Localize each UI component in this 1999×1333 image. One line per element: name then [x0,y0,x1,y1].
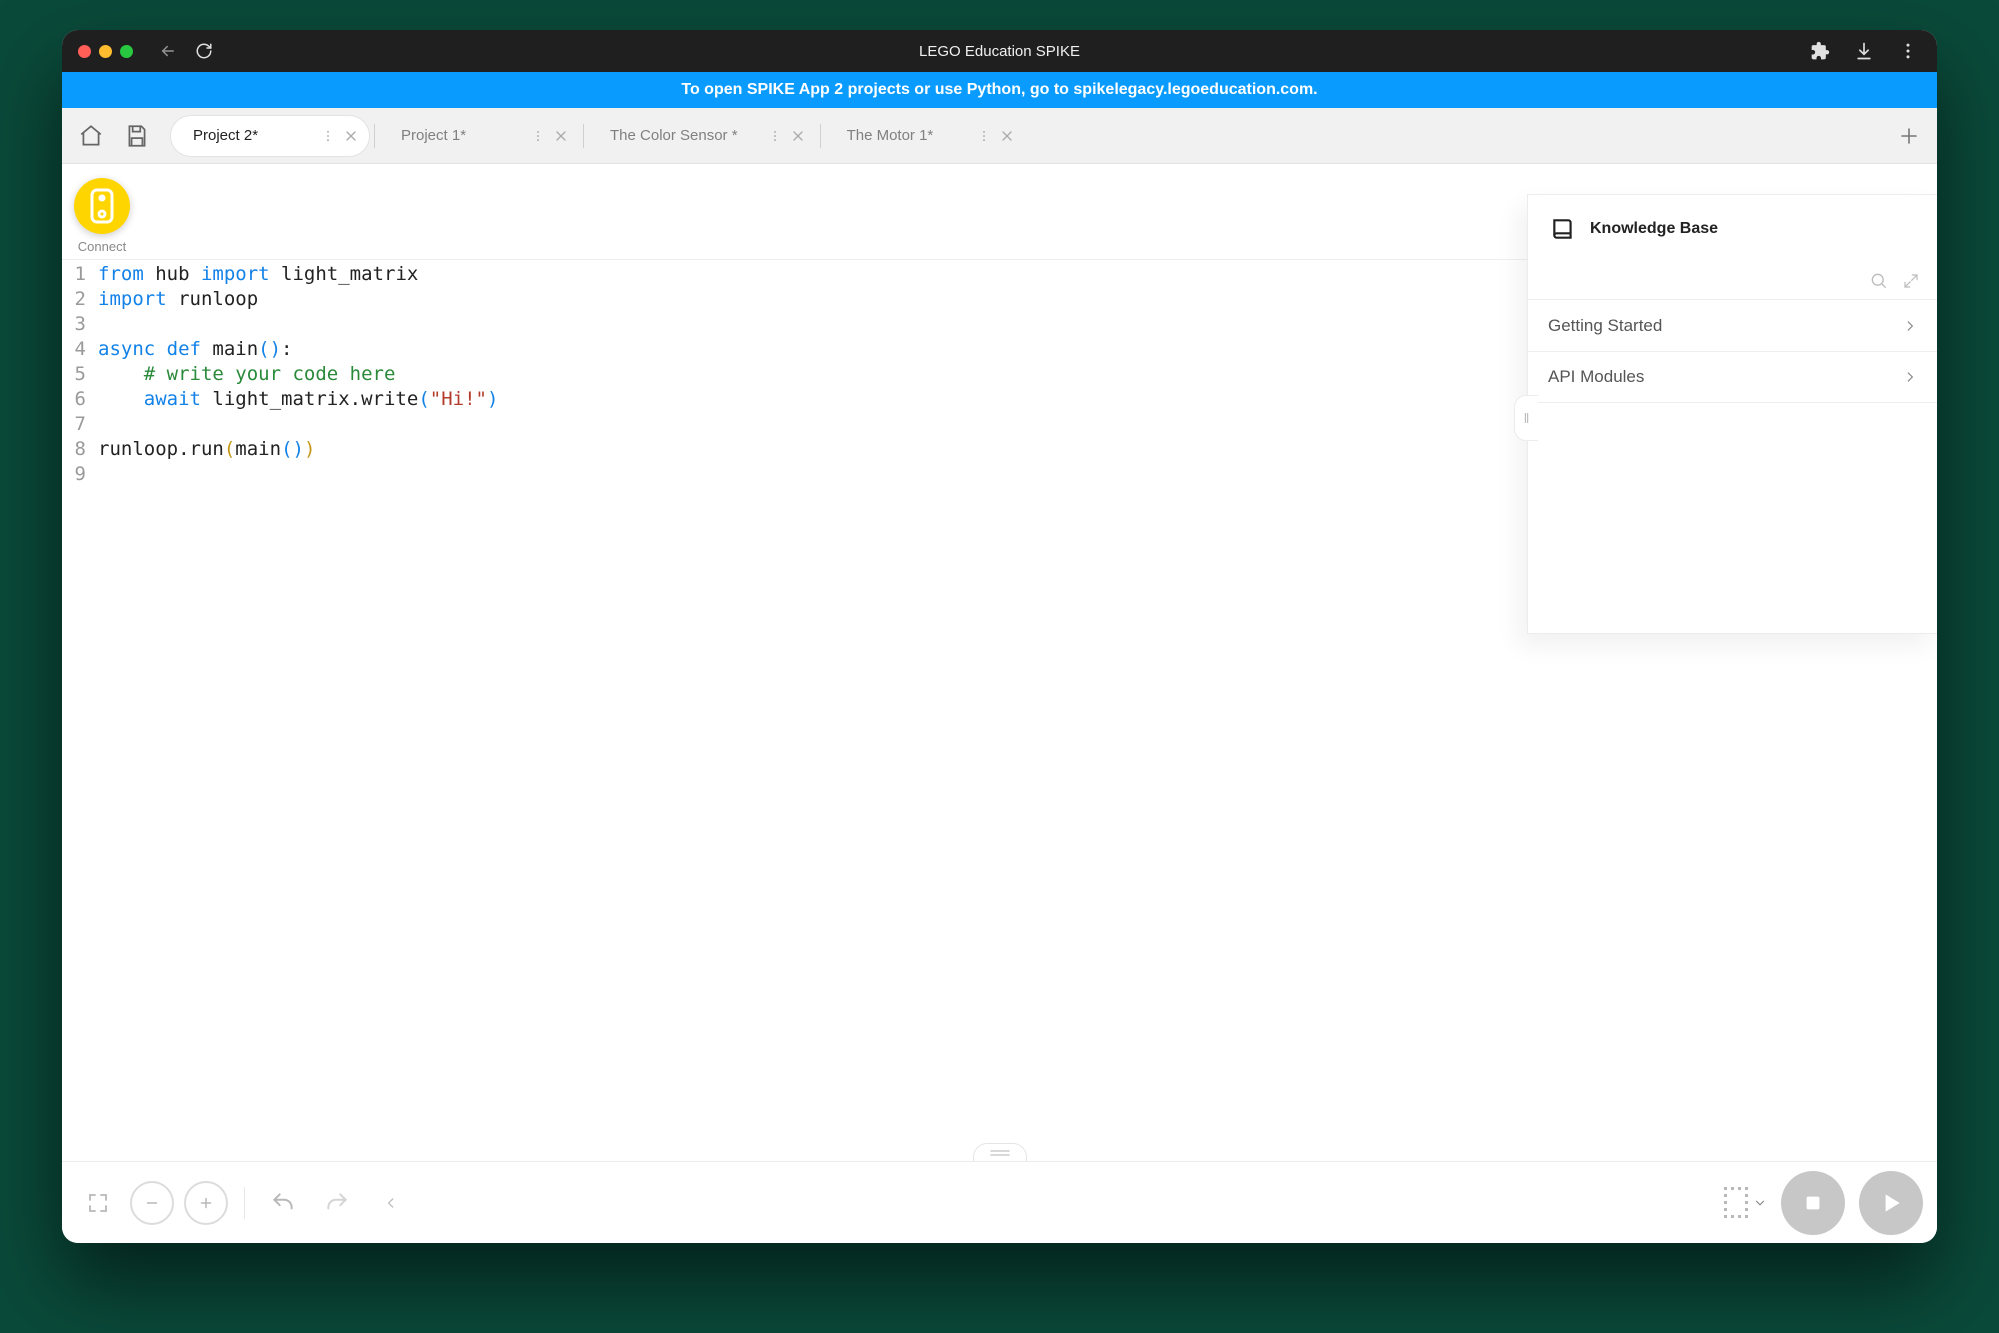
tab-close-icon[interactable] [790,128,806,144]
chevron-right-icon [1903,319,1917,333]
zoom-out-button[interactable] [130,1181,174,1225]
save-button[interactable] [116,115,158,157]
new-tab-button[interactable] [1889,116,1929,156]
main-area: Connect 1from hub import light_matrix2im… [62,164,1937,1243]
window-controls [78,45,133,58]
panel-collapse-handle[interactable]: ǁ [1514,395,1538,441]
kb-search-icon[interactable] [1869,271,1889,291]
chevron-down-icon [1753,1196,1767,1210]
window-minimize[interactable] [99,45,112,58]
tab-menu-icon[interactable] [977,129,991,143]
project-tab[interactable]: The Motor 1* [825,115,1025,157]
stop-button[interactable] [1781,1171,1845,1235]
bottom-toolbar [62,1161,1937,1243]
line-number: 6 [62,387,86,412]
tab-menu-icon[interactable] [321,129,335,143]
project-tab[interactable]: Project 2* [170,115,370,157]
project-tab[interactable]: The Color Sensor * [588,115,816,157]
more-menu-icon[interactable] [1897,40,1919,62]
connect-hub-button[interactable] [74,178,130,234]
connect-label: Connect [74,239,130,254]
knowledge-base-title: Knowledge Base [1590,220,1718,238]
redo-button[interactable] [315,1181,359,1225]
download-icon[interactable] [1853,40,1875,62]
window-close[interactable] [78,45,91,58]
line-number: 7 [62,412,86,437]
extensions-icon[interactable] [1809,40,1831,62]
legacy-banner: To open SPIKE App 2 projects or use Pyth… [62,72,1937,108]
knowledge-base-item[interactable]: API Modules [1528,351,1937,403]
line-number: 5 [62,362,86,387]
app-window: LEGO Education SPIKE To open SPIKE App 2… [62,30,1937,1243]
kb-expand-icon[interactable] [1903,273,1919,289]
tab-label: Project 2* [193,127,321,144]
editor-area: Connect 1from hub import light_matrix2im… [62,164,1937,1161]
knowledge-base-panel: ǁ Knowledge Base Getting StartedAPI Modu… [1527,194,1937,634]
knowledge-base-item[interactable]: Getting Started [1528,299,1937,351]
tab-separator [820,124,821,148]
tab-separator [374,124,375,148]
line-number: 9 [62,462,86,487]
zoom-in-button[interactable] [184,1181,228,1225]
home-button[interactable] [70,115,112,157]
kb-item-label: Getting Started [1548,316,1662,336]
tab-close-icon[interactable] [999,128,1015,144]
kb-item-label: API Modules [1548,367,1644,387]
tab-label: The Motor 1* [847,127,977,144]
line-number: 3 [62,312,86,337]
tab-label: The Color Sensor * [610,127,768,144]
undo-button[interactable] [261,1181,305,1225]
project-tab[interactable]: Project 1* [379,115,579,157]
book-icon [1550,216,1576,242]
window-title: LEGO Education SPIKE [62,43,1937,60]
tab-separator [583,124,584,148]
tab-close-icon[interactable] [343,128,359,144]
legacy-banner-text: To open SPIKE App 2 projects or use Pyth… [681,81,1317,99]
tab-label: Project 1* [401,127,531,144]
line-number: 4 [62,337,86,362]
tab-close-icon[interactable] [553,128,569,144]
title-bar: LEGO Education SPIKE [62,30,1937,72]
tab-menu-icon[interactable] [531,129,545,143]
console-drag-handle[interactable] [973,1143,1027,1161]
tabs-container: Project 2* Project 1* The Color Sensor * Th… [170,115,1889,157]
chevron-right-icon [1903,370,1917,384]
slot-selector[interactable] [1723,1186,1767,1220]
tab-strip: Project 2* Project 1* The Color Sensor * Th… [62,108,1937,164]
line-number: 1 [62,262,86,287]
window-maximize[interactable] [120,45,133,58]
tab-menu-icon[interactable] [768,129,782,143]
line-number: 2 [62,287,86,312]
back-button[interactable] [157,40,179,62]
run-button[interactable] [1859,1171,1923,1235]
reload-button[interactable] [193,40,215,62]
collapse-left-button[interactable] [369,1181,413,1225]
line-number: 8 [62,437,86,462]
fullscreen-button[interactable] [76,1181,120,1225]
